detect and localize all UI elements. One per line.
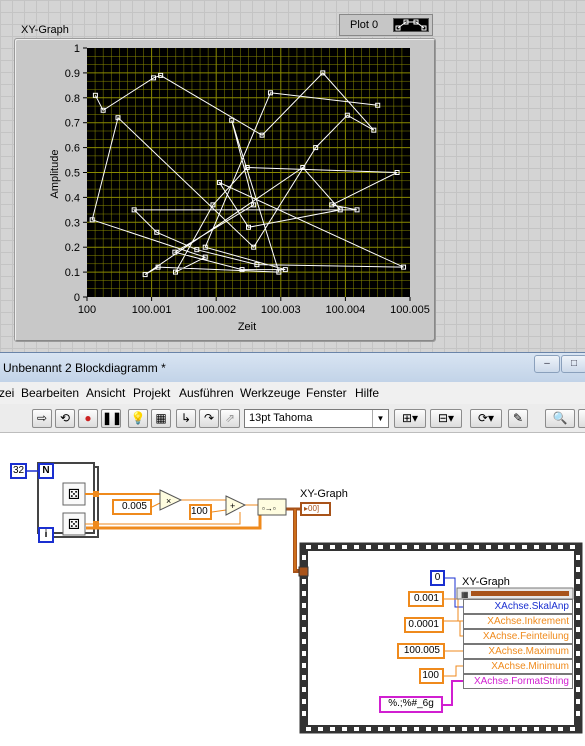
menu-ausfuehren[interactable]: Ausführen [179, 386, 234, 400]
align-objects-icon[interactable]: ⊞▾ [394, 409, 426, 428]
formatstring-constant[interactable]: %.;%#_6g [379, 696, 443, 713]
skalanp-constant[interactable]: 0 [430, 570, 445, 586]
property-inkrement[interactable]: XAchse.Inkrement [463, 614, 573, 629]
inkrement-constant[interactable]: 0.001 [408, 591, 444, 607]
menu-werkzeuge[interactable]: Werkzeuge [240, 386, 300, 400]
x-tick-label: 100.003 [261, 304, 301, 316]
menu-bearbeiten[interactable]: Bearbeiten [21, 386, 79, 400]
pause-icon[interactable]: ❚❚ [101, 409, 122, 428]
minimize-button[interactable]: – [534, 355, 560, 373]
y-tick-label: 0.4 [65, 192, 80, 204]
svg-text:▦: ▦ [461, 590, 469, 599]
y-tick-label: 0.8 [65, 93, 80, 105]
x-tick-label: 100.005 [390, 304, 430, 316]
multiplier-constant[interactable]: 0.005 [112, 499, 152, 515]
menu-hilfe[interactable]: Hilfe [355, 386, 379, 400]
x-tick-label: 100.004 [326, 304, 366, 316]
graph-terminal-label: XY-Graph [300, 488, 348, 500]
add-node[interactable] [225, 495, 247, 516]
y-tick-label: 0 [74, 292, 80, 304]
xy-graph[interactable]: 100 100.001 100.002 100.003 100.004 100.005 0 0… [0, 0, 585, 352]
font-select[interactable]: 13pt Tahoma ▼ [244, 409, 389, 428]
search-icon[interactable]: 🔍 [545, 409, 575, 428]
chevron-down-icon: ▼ [372, 410, 388, 427]
property-feinteilung[interactable]: XAchse.Feinteilung [463, 629, 573, 644]
svg-text:⚄: ⚄ [68, 516, 80, 532]
step-out-icon[interactable]: ⇗ [220, 409, 240, 428]
svg-text:+: + [230, 501, 235, 511]
property-minimum[interactable]: XAchse.Minimum [463, 659, 573, 674]
menu-datei[interactable]: zei [0, 386, 14, 400]
wires: ⚄ ⚄ × + ▫→▫ ▦ [27, 462, 583, 734]
y-tick-label: 0.6 [65, 143, 80, 155]
property-formatstring[interactable]: XAchse.FormatString [463, 674, 573, 689]
svg-text:×: × [166, 496, 171, 506]
reorder-icon[interactable]: ⟳▾ [470, 409, 502, 428]
x-tick-label: 100.002 [196, 304, 236, 316]
menu-fenster[interactable]: Fenster [306, 386, 347, 400]
feinteilung-constant[interactable]: 0.0001 [404, 617, 444, 633]
y-axis-label: Amplitude [49, 150, 61, 199]
maximum-constant[interactable]: 100.005 [397, 643, 445, 659]
toolbar: ⇨ ⟲ ● ❚❚ 💡 ▦ ↳ ↷ ⇗ 13pt Tahoma ▼ ⊞▾ ⊟▾ ⟳… [0, 404, 585, 433]
x-axis-label: Zeit [238, 321, 256, 333]
y-tick-label: 0.2 [65, 242, 80, 254]
y-tick-label: 1 [74, 43, 80, 55]
distribute-objects-icon[interactable]: ⊟▾ [430, 409, 462, 428]
property-node-label: XY-Graph [462, 576, 510, 588]
loop-iteration-terminal: i [38, 527, 54, 543]
abort-icon[interactable]: ● [78, 409, 98, 428]
menu-projekt[interactable]: Projekt [133, 386, 170, 400]
step-into-icon[interactable]: ↳ [176, 409, 196, 428]
property-maximum[interactable]: XAchse.Maximum [463, 644, 573, 659]
step-over-icon[interactable]: ↷ [199, 409, 219, 428]
y-tick-label: 0.5 [65, 168, 80, 180]
clean-up-diagram-icon[interactable]: ✎ [508, 409, 528, 428]
run-continuously-icon[interactable]: ⟲ [55, 409, 75, 428]
y-tick-label: 0.3 [65, 217, 80, 229]
menu-ansicht[interactable]: Ansicht [86, 386, 125, 400]
loop-count-constant[interactable]: 32 [10, 463, 27, 479]
retain-wire-values-icon[interactable]: ▦ [151, 409, 171, 428]
help-icon[interactable] [578, 409, 585, 428]
window-title: Unbenannt 2 Blockdiagramm * [3, 361, 166, 375]
font-select-value: 13pt Tahoma [249, 412, 313, 424]
svg-text:⚄: ⚄ [68, 486, 80, 502]
graph-terminal[interactable]: ▸00] [300, 502, 331, 516]
property-skalanp[interactable]: XAchse.SkalAnp [463, 599, 573, 614]
highlight-execution-icon[interactable]: 💡 [128, 409, 148, 428]
window-titlebar: Unbenannt 2 Blockdiagramm * [0, 352, 585, 382]
maximize-button[interactable]: □ [561, 355, 585, 373]
menu-bar: zei Bearbeiten Ansicht Projekt Ausführen… [0, 382, 585, 405]
y-tick-label: 0.1 [65, 267, 80, 279]
x-tick-label: 100 [78, 304, 96, 316]
loop-count-terminal: N [38, 463, 54, 479]
offset-constant[interactable]: 100 [189, 504, 212, 520]
y-tick-label: 0.9 [65, 68, 80, 80]
x-tick-label: 100.001 [132, 304, 172, 316]
y-tick-label: 0.7 [65, 118, 80, 130]
run-arrow-icon[interactable]: ⇨ [32, 409, 52, 428]
minimum-constant[interactable]: 100 [419, 668, 444, 684]
svg-text:▫→▫: ▫→▫ [262, 504, 276, 513]
